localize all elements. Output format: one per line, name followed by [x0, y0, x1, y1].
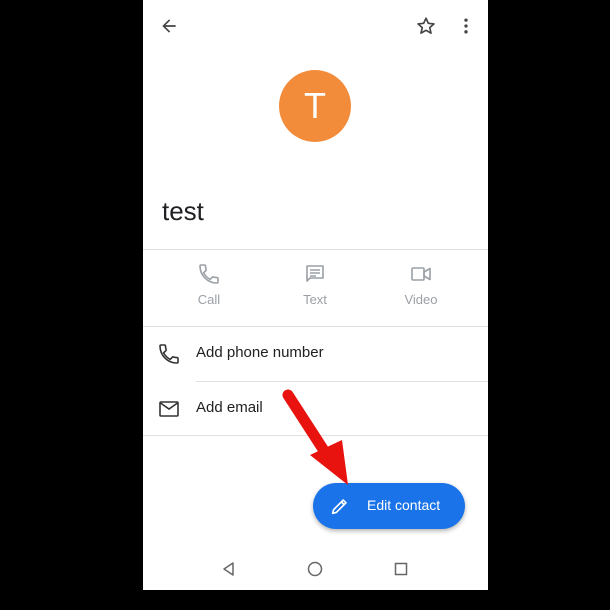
text-action[interactable]: Text: [280, 262, 350, 316]
phone-icon: [159, 344, 179, 364]
call-label: Call: [197, 292, 221, 307]
message-icon: [306, 265, 324, 282]
video-label: Video: [404, 292, 438, 307]
nav-back-icon: [223, 562, 234, 576]
app-bar: [143, 0, 488, 52]
phone-screen: T test Call Text Video Add phone number …: [143, 0, 488, 590]
add-phone-label: Add phone number: [196, 344, 324, 361]
pencil-icon: [331, 499, 347, 515]
add-email-label: Add email: [196, 399, 263, 416]
nav-recents-button[interactable]: [388, 556, 414, 582]
system-nav-bar: [143, 548, 488, 588]
edit-contact-label: Edit contact: [367, 497, 441, 513]
favorite-button[interactable]: [410, 10, 442, 42]
left-black-border: [0, 0, 143, 610]
nav-home-icon: [307, 561, 323, 577]
call-action[interactable]: Call: [174, 262, 244, 316]
mail-icon: [159, 401, 179, 417]
screenshot-frame: T test Call Text Video Add phone number …: [0, 0, 610, 610]
more-vert-icon: [464, 18, 468, 34]
phone-icon: [199, 264, 219, 284]
videocam-icon: [411, 267, 431, 281]
annotation-arrow-icon: [282, 389, 348, 485]
right-black-border: [488, 0, 610, 610]
nav-back-button[interactable]: [216, 556, 242, 582]
add-phone-row[interactable]: Add phone number: [143, 326, 488, 380]
bottom-black-border: [0, 590, 610, 610]
text-label: Text: [303, 292, 327, 307]
avatar[interactable]: T: [279, 70, 351, 142]
nav-home-button[interactable]: [302, 556, 328, 582]
star-outline-icon: [417, 17, 435, 34]
avatar-initial: T: [304, 85, 326, 126]
contact-name: test: [162, 196, 204, 226]
back-button[interactable]: [153, 10, 185, 42]
video-action[interactable]: Video: [386, 262, 456, 316]
nav-recents-icon: [394, 562, 408, 576]
arrow-back-icon: [162, 19, 176, 33]
more-options-button[interactable]: [450, 10, 482, 42]
divider: [143, 249, 488, 250]
